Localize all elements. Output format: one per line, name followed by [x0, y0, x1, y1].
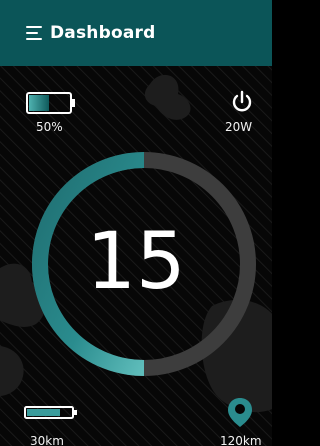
- power-label: 20W: [225, 120, 253, 134]
- distance-label: 120km: [220, 434, 262, 446]
- distance-metric: 120km: [212, 396, 272, 446]
- range-metric: 30km: [22, 406, 82, 446]
- range-bar-icon: [24, 406, 77, 419]
- battery-icon: [26, 92, 75, 114]
- page-title: Dashboard: [50, 23, 156, 43]
- speed-value: 15: [86, 217, 186, 307]
- hamburger-menu-icon[interactable]: [26, 26, 44, 40]
- location-pin-icon: [228, 398, 252, 427]
- battery-label: 50%: [36, 120, 63, 134]
- battery-metric: 50%: [26, 92, 86, 136]
- power-icon: [232, 90, 252, 112]
- app-header: Dashboard: [0, 0, 272, 66]
- dashboard-app: Dashboard 50% 20W 15 30km 120km: [0, 0, 272, 446]
- range-label: 30km: [30, 434, 64, 446]
- power-metric: 20W: [220, 90, 272, 136]
